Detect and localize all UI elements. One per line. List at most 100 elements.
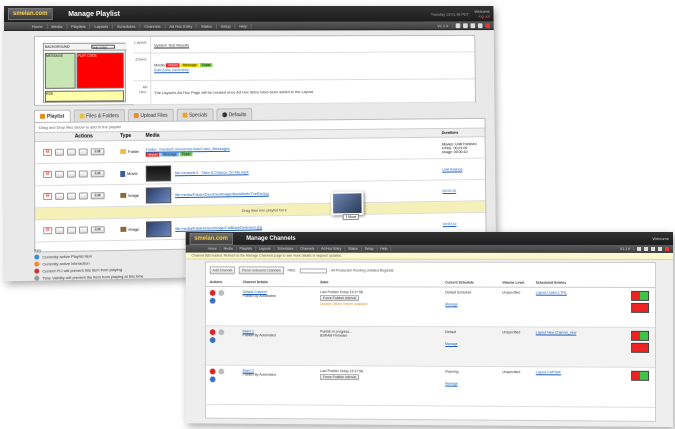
nav-channels[interactable]: Channels [297, 246, 319, 251]
home-icon[interactable] [455, 22, 461, 28]
force-publish-button[interactable]: Force Publish Interval [320, 374, 359, 381]
row-duration[interactable]: 00:00:10 [443, 221, 486, 226]
stop-icon[interactable] [209, 329, 216, 336]
alert-icon[interactable] [665, 246, 670, 251]
nav-channels[interactable]: Channels [140, 23, 166, 29]
delete-button[interactable]: ⊖ [43, 170, 53, 179]
nav-home[interactable]: Home [27, 23, 48, 29]
entry-thumbnail[interactable] [631, 302, 650, 313]
grid-icon[interactable] [463, 22, 468, 28]
move-top-button[interactable] [78, 148, 88, 156]
edit-icon[interactable] [218, 289, 225, 296]
nav-schedules[interactable]: Schedules [113, 23, 141, 29]
edit-button[interactable]: Edit [90, 148, 105, 156]
app-logo[interactable]: smelan.com [189, 232, 233, 245]
nav-status[interactable]: Status [345, 246, 362, 251]
state-text: Last Publish Today 15:37:58 [320, 290, 363, 295]
media-thumbnail[interactable] [145, 186, 172, 204]
nav-schedules[interactable]: Schedules [274, 246, 298, 251]
entry-thumbnail[interactable] [631, 342, 650, 353]
nav-tools: V1.1.9 [617, 246, 673, 251]
delete-button[interactable]: ⊖ [43, 148, 53, 156]
grid-icon[interactable] [644, 246, 649, 251]
add-channel-button[interactable]: Add Channel [209, 266, 236, 275]
edit-button[interactable]: Edit [90, 192, 105, 200]
move-top-button[interactable] [78, 226, 88, 234]
force-publish-button[interactable]: Force Publish Interval [320, 295, 359, 302]
filter-radios[interactable]: All Production Pending Unlisted Registra… [331, 269, 393, 273]
tools-icon[interactable] [658, 246, 663, 251]
nav-adhoc[interactable]: Ad Hoc Entry [165, 23, 198, 29]
delete-button[interactable]: ⊖ [43, 227, 53, 235]
move-down-button[interactable] [66, 148, 76, 156]
move-up-button[interactable] [55, 192, 65, 200]
zone-message: MESSAGE [44, 52, 76, 89]
drag-preview[interactable] [331, 191, 364, 216]
channel-row[interactable]: Bazm 2 Publish By Automated Last Publish … [205, 365, 656, 408]
channel-row[interactable]: Bazm 1 Publish By Automated Publish in pr… [205, 326, 656, 368]
media-link[interactable]: Folder: /media/Commercial Ads/Caris_Mess… [146, 145, 230, 151]
entry-thumbnail[interactable] [631, 370, 650, 381]
row-duration[interactable]: 00:00:10 [442, 188, 485, 193]
nav-home[interactable]: Home [204, 246, 221, 251]
layout-link[interactable]: System Test Results [151, 39, 192, 50]
move-top-button[interactable] [78, 192, 88, 200]
nav-layouts[interactable]: Layouts [255, 246, 275, 251]
nav-status[interactable]: Status [197, 23, 217, 29]
entry-link[interactable]: Layout Cullen's TRL [536, 291, 567, 327]
edit-button[interactable]: Edit [90, 226, 105, 234]
stop-icon[interactable] [209, 368, 216, 375]
info-icon[interactable] [209, 297, 216, 304]
nav-playlists[interactable]: Playlists [67, 23, 91, 29]
manage-link[interactable]: Manage [445, 382, 457, 386]
media-thumbnail[interactable] [145, 220, 172, 237]
nav-help[interactable]: Help [377, 246, 392, 251]
entry-link[interactable]: Layout New Channel_new [536, 330, 576, 366]
info-icon[interactable] [209, 376, 216, 383]
home-icon[interactable] [637, 246, 642, 251]
window-icon[interactable] [470, 22, 476, 28]
move-up-button[interactable] [55, 170, 64, 178]
layout-preview[interactable]: BACKGROUND TAB CODE MESSAGE PLAY CODE RS… [42, 42, 127, 103]
app-logo[interactable]: smelan.com [7, 7, 53, 20]
entry-thumbnail[interactable] [631, 290, 650, 301]
edit-button[interactable]: Edit [90, 170, 105, 178]
manage-link[interactable]: Manage [445, 302, 457, 306]
window-icon[interactable] [651, 246, 656, 251]
alert-icon[interactable] [485, 22, 490, 28]
edit-icon[interactable] [218, 368, 225, 375]
media-link[interactable]: file:media/Folder/Dec/DecIImage/BackBoth… [175, 191, 269, 197]
info-icon[interactable] [209, 337, 216, 343]
stop-icon[interactable] [209, 289, 216, 296]
duration-image[interactable]: Image: 00:00:10 [442, 150, 468, 154]
move-up-button[interactable] [54, 148, 64, 156]
row-duration[interactable]: Until finished [442, 167, 485, 171]
nav-help[interactable]: Help [235, 23, 253, 29]
nav-playlists[interactable]: Playlists [236, 246, 256, 251]
move-up-button[interactable] [55, 226, 65, 235]
move-down-button[interactable] [67, 226, 77, 234]
prune-channels-button[interactable]: Prune Unbound Channels [238, 266, 284, 275]
nav-media[interactable]: Media [220, 246, 237, 251]
media-thumbnail[interactable] [145, 164, 172, 182]
nav-setup[interactable]: Setup [361, 246, 378, 251]
media-link[interactable]: file:media/8.0 - Take A Chance On Me.mp4 [175, 169, 249, 175]
media-link[interactable]: file:media/Folder/Dec/Image/CalBlackDeli… [175, 224, 262, 230]
nav-setup[interactable]: Setup [216, 23, 236, 29]
delete-button[interactable]: ⊖ [43, 192, 53, 201]
entry-link[interactable]: Layout CAPSBF [536, 370, 561, 406]
entry-thumbnail[interactable] [631, 330, 650, 341]
tools-icon[interactable] [477, 22, 483, 28]
move-top-button[interactable] [78, 170, 88, 178]
move-down-button[interactable] [66, 170, 76, 178]
edit-icon[interactable] [218, 329, 225, 336]
edit-zone-link[interactable]: Edit Zone Geometry [154, 67, 189, 72]
move-down-button[interactable] [66, 192, 76, 200]
filter-input[interactable] [299, 267, 328, 273]
nav-layouts[interactable]: Layouts [90, 23, 114, 29]
channel-row[interactable]: Default Channel Publish By Automated Last… [205, 286, 656, 328]
nav-media[interactable]: Media [47, 23, 68, 29]
logout-link[interactable]: log out [479, 14, 490, 19]
nav-adhoc[interactable]: Ad Hoc Entry [318, 246, 346, 251]
manage-link[interactable]: Manage [445, 342, 457, 346]
